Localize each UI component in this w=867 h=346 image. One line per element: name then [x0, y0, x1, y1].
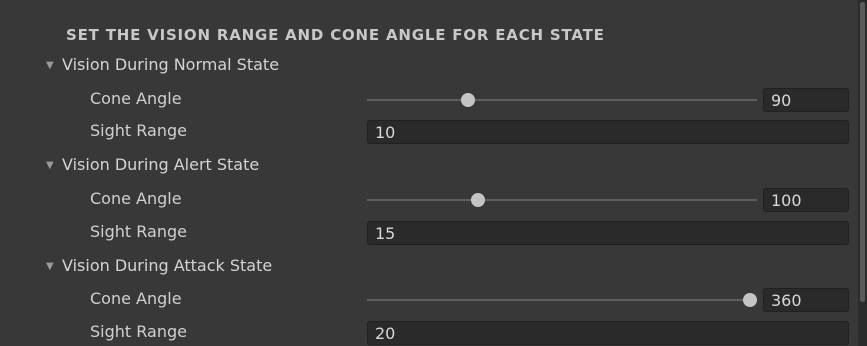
- foldout-alert-state[interactable]: ▼ Vision During Alert State: [46, 155, 867, 183]
- sight-range-input[interactable]: 15: [367, 221, 849, 245]
- foldout-label: Vision During Normal State: [62, 55, 280, 74]
- sight-range-label: Sight Range: [90, 322, 187, 341]
- cone-angle-label: Cone Angle: [90, 89, 182, 108]
- cone-angle-input[interactable]: 360: [763, 288, 849, 312]
- cone-angle-slider-track[interactable]: [367, 99, 757, 101]
- cone-angle-label: Cone Angle: [90, 289, 182, 308]
- foldout-attack-state[interactable]: ▼ Vision During Attack State: [46, 256, 867, 284]
- section-header: SET THE VISION RANGE AND CONE ANGLE FOR …: [66, 26, 605, 44]
- inspector-panel: SET THE VISION RANGE AND CONE ANGLE FOR …: [0, 0, 858, 346]
- sight-range-input[interactable]: 10: [367, 120, 849, 144]
- triangle-down-icon: ▼: [46, 160, 54, 171]
- sight-range-label: Sight Range: [90, 121, 187, 140]
- cone-angle-slider-track[interactable]: [367, 299, 757, 301]
- foldout-normal-state[interactable]: ▼ Vision During Normal State: [46, 55, 867, 83]
- scrollbar-thumb[interactable]: [860, 2, 865, 302]
- triangle-down-icon: ▼: [46, 261, 54, 272]
- cone-angle-slider-handle[interactable]: [471, 193, 486, 207]
- cone-angle-input[interactable]: 100: [763, 188, 849, 212]
- triangle-down-icon: ▼: [46, 60, 54, 71]
- cone-angle-label: Cone Angle: [90, 189, 182, 208]
- cone-angle-slider-handle[interactable]: [461, 93, 475, 107]
- sight-range-input[interactable]: 20: [367, 321, 849, 345]
- foldout-label: Vision During Alert State: [62, 155, 260, 174]
- vertical-scrollbar[interactable]: [858, 0, 867, 346]
- cone-angle-input[interactable]: 90: [763, 88, 849, 112]
- foldout-label: Vision During Attack State: [62, 256, 273, 275]
- cone-angle-slider-handle[interactable]: [743, 293, 757, 307]
- sight-range-label: Sight Range: [90, 222, 187, 241]
- cone-angle-slider-track[interactable]: [367, 199, 757, 201]
